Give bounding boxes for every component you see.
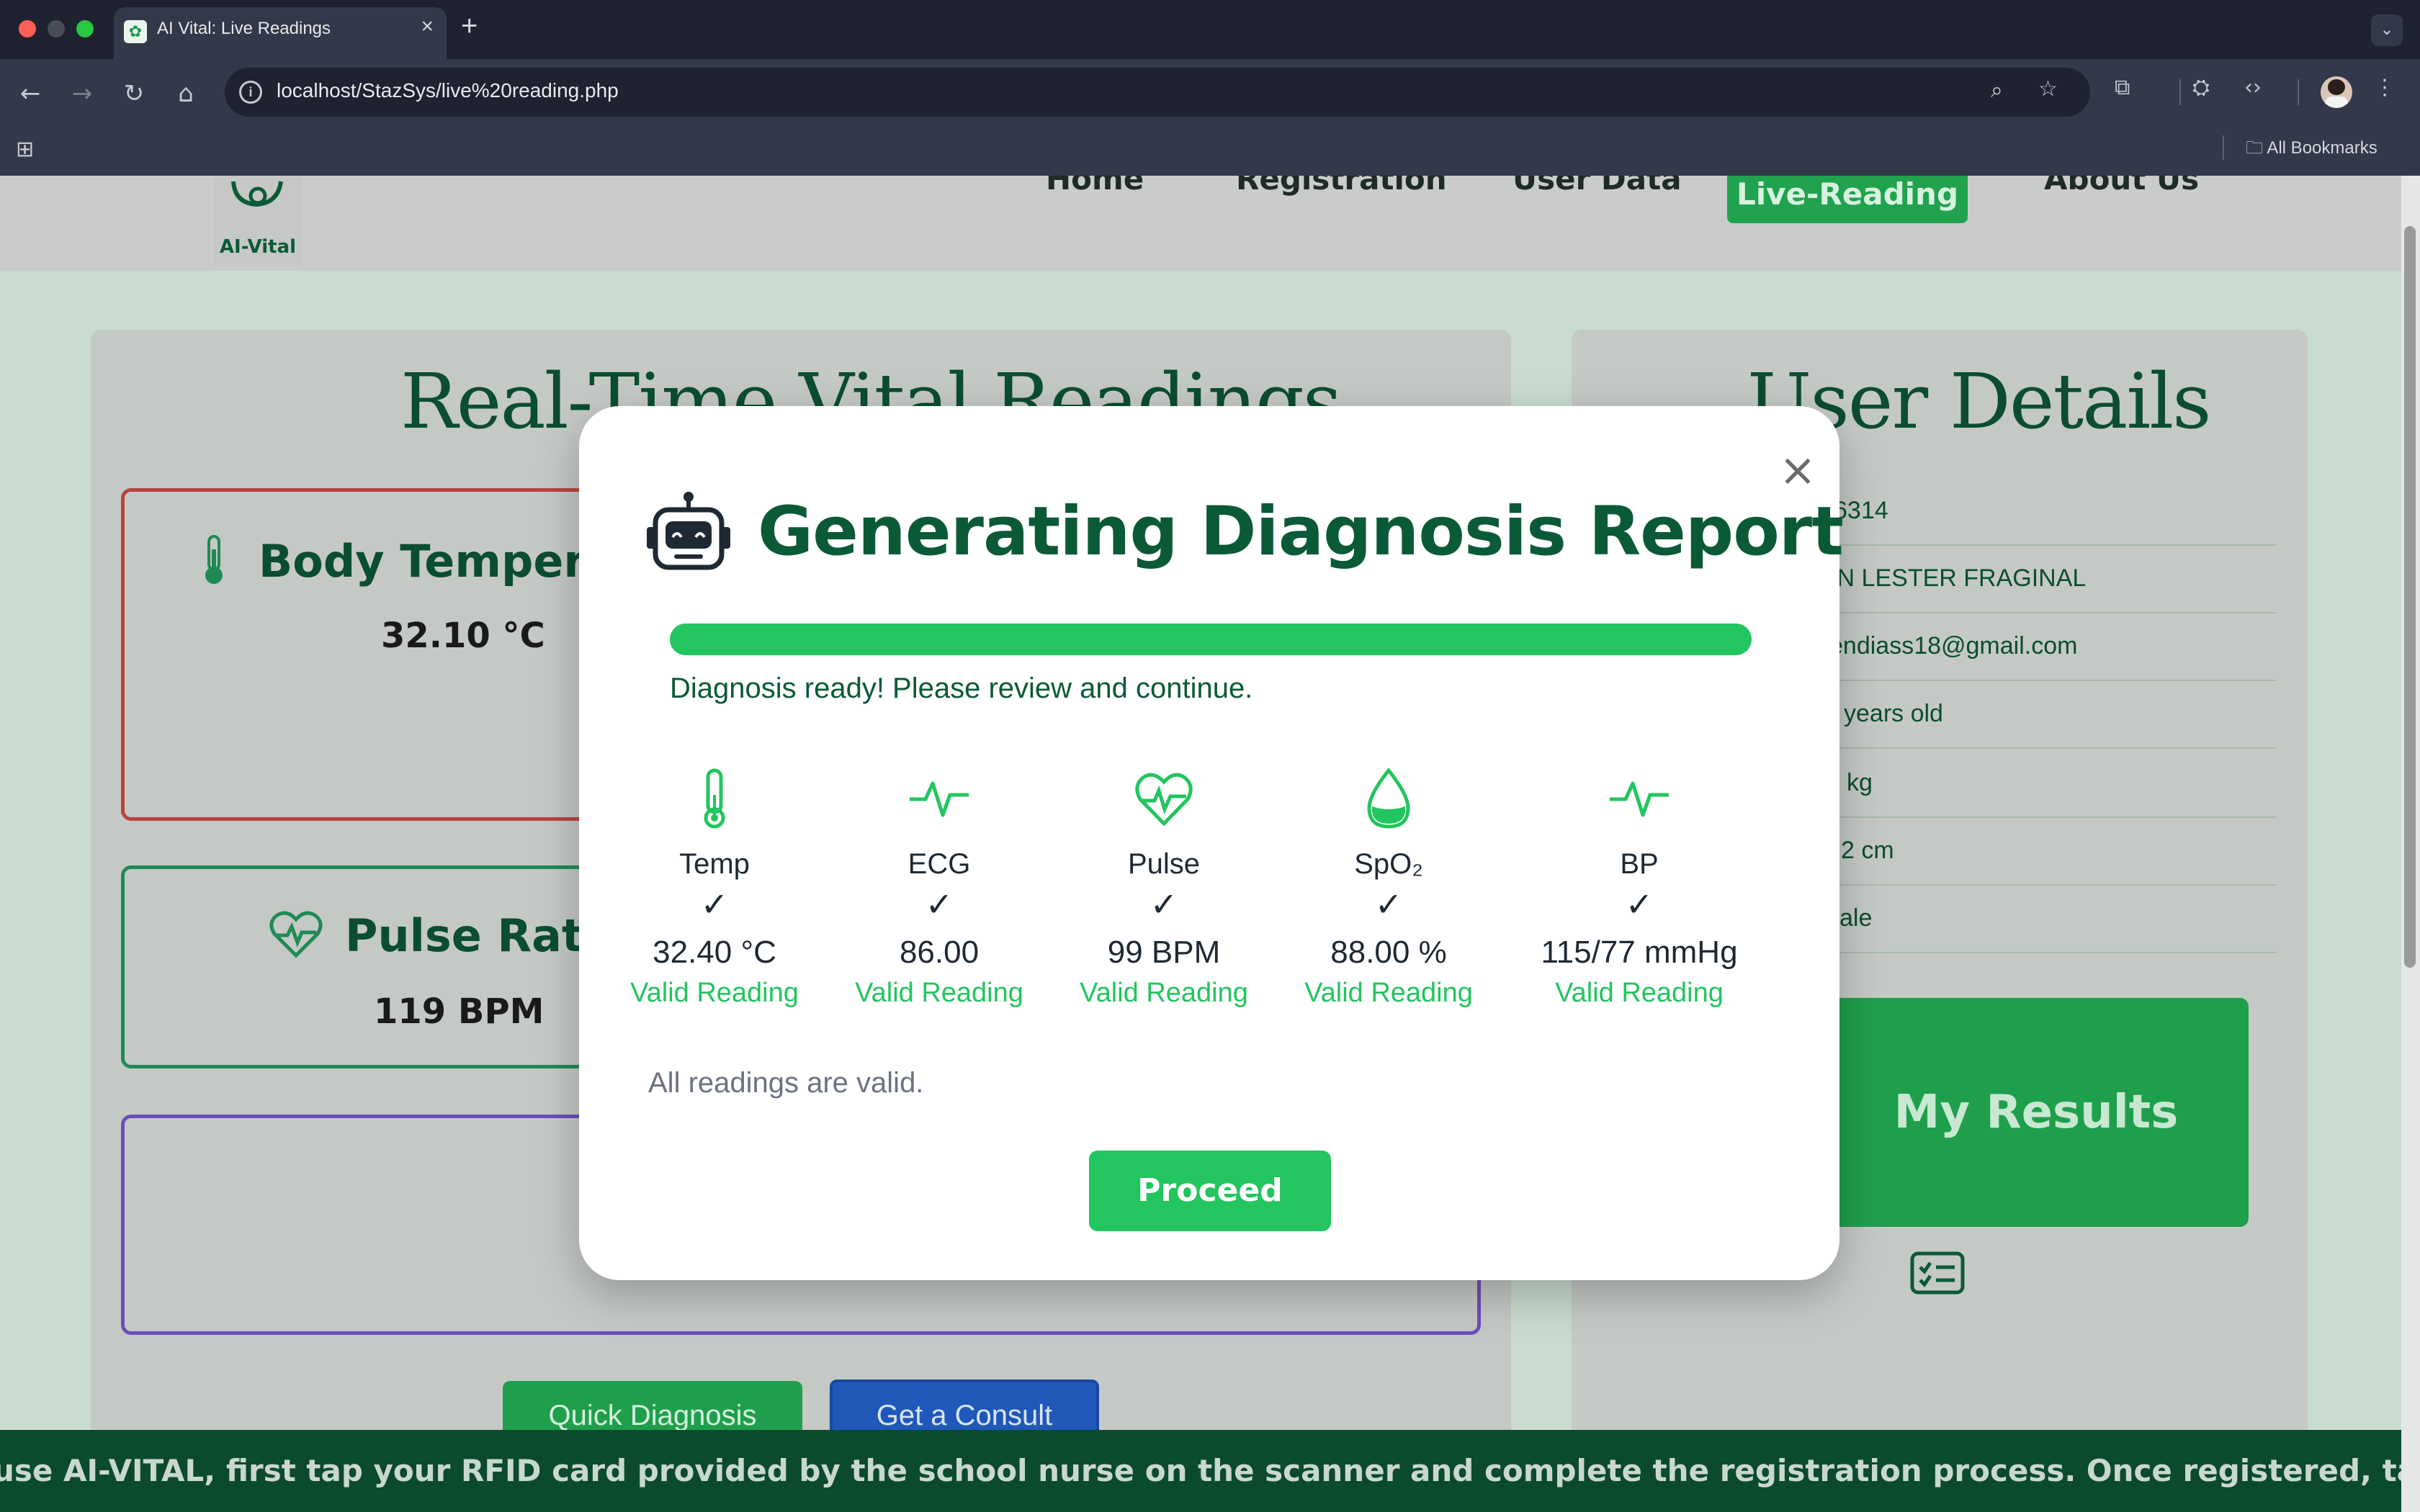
all-bookmarks-button[interactable]: 🗀 All Bookmarks <box>2246 135 2378 165</box>
user-height-value: 2 cm <box>1841 837 1894 864</box>
address-bar[interactable]: i localhost/StazSys/live%20reading.php ⌕… <box>225 68 2090 117</box>
logo-text: AI-Vital <box>219 236 297 258</box>
progress-bar-fill <box>670 624 1752 655</box>
ticker-text: use AI-VITAL, first tap your RFID card p… <box>0 1453 2401 1488</box>
address-url[interactable]: localhost/StazSys/live%20reading.php <box>277 79 619 102</box>
pulse-rate-label: Pulse Rate <box>345 909 614 962</box>
vital-status: Valid Reading <box>1304 977 1473 1008</box>
site-info-icon[interactable]: i <box>239 81 262 104</box>
vital-temp: Temp ✓ 32.40 °C Valid Reading <box>614 766 815 1009</box>
site-favicon-icon: ✿ <box>124 20 147 43</box>
heart-pulse-icon <box>269 911 323 958</box>
nav-home[interactable]: Home <box>1046 176 1144 197</box>
droplet-icon <box>1367 767 1410 829</box>
vital-label: ECG <box>908 848 971 880</box>
thermometer-icon <box>704 768 725 829</box>
devtools-code-icon[interactable]: ‹› <box>2244 75 2262 100</box>
status-message: Diagnosis ready! Please review and conti… <box>670 672 1253 704</box>
modal-title: Generating Diagnosis Report <box>758 492 1844 571</box>
ecg-icon <box>910 781 969 817</box>
vital-status: Valid Reading <box>1080 977 1248 1008</box>
check-icon: ✓ <box>1150 885 1178 924</box>
toolbar-divider <box>2298 79 2299 105</box>
robot-icon <box>647 492 730 570</box>
vital-value: 99 BPM <box>1107 934 1221 970</box>
bookmark-star-icon[interactable]: ☆ <box>2038 76 2058 102</box>
vital-pulse: Pulse ✓ 99 BPM Valid Reading <box>1063 766 1265 1009</box>
check-icon: ✓ <box>1374 885 1403 924</box>
announcement-ticker: use AI-VITAL, first tap your RFID card p… <box>0 1430 2401 1512</box>
checklist-icon[interactable] <box>1910 1251 1965 1295</box>
bookmarks-divider <box>2223 135 2224 160</box>
vital-label: Pulse <box>1127 848 1201 880</box>
proceed-button[interactable]: Proceed <box>1089 1151 1331 1231</box>
user-name-value: HN LESTER FRAGINAL <box>1819 564 2087 592</box>
user-email-value: endiass18@gmail.com <box>1829 632 2078 660</box>
vital-spo2: SpO₂ ✓ 88.00 % Valid Reading <box>1288 766 1489 1009</box>
check-icon: ✓ <box>700 885 729 924</box>
toolbar-divider <box>2179 79 2181 105</box>
tab-title: AI Vital: Live Readings <box>157 19 331 38</box>
vital-status: Valid Reading <box>855 977 1023 1008</box>
vital-label: Temp <box>679 848 750 880</box>
vital-value: 32.40 °C <box>653 934 776 970</box>
pulse-rate-value: 119 BPM <box>374 991 544 1032</box>
vital-value: 86.00 <box>899 934 980 970</box>
thermometer-icon <box>205 535 223 584</box>
user-gender-value: ale <box>1839 904 1873 932</box>
check-icon: ✓ <box>1625 885 1654 924</box>
profile-avatar[interactable] <box>2321 76 2352 108</box>
vital-status: Valid Reading <box>630 977 799 1008</box>
new-tab-button[interactable]: + <box>461 10 478 42</box>
nav-live-reading[interactable]: Live-Reading <box>1727 176 1968 223</box>
site-header: AI-Vital Home Registration User Data Liv… <box>0 176 2401 271</box>
nav-registration[interactable]: Registration <box>1236 176 1447 197</box>
window-minimize-button[interactable] <box>48 20 65 37</box>
vital-label: BP <box>1620 848 1659 880</box>
heart-pulse-icon <box>1135 773 1193 827</box>
vital-value: 88.00 % <box>1330 934 1447 970</box>
extensions-puzzle-icon[interactable]: ⧉ <box>2115 75 2130 100</box>
diagnosis-modal: × Generating Diagnosis Report Diagnosis … <box>579 406 1844 1280</box>
window-close-button[interactable] <box>19 20 36 37</box>
vital-label: SpO₂ <box>1354 848 1423 880</box>
progress-bar <box>670 624 1752 655</box>
body-temperature-value: 32.10 °C <box>381 616 545 656</box>
vital-bp: BP ✓ 115/77 mmHg Valid Reading <box>1510 766 1769 1009</box>
vital-status: Valid Reading <box>1555 977 1724 1008</box>
tab-close-button[interactable]: × <box>421 14 434 39</box>
apps-grid-icon[interactable]: ⊞ <box>16 137 34 162</box>
browser-tab[interactable]: ✿ AI Vital: Live Readings × <box>114 7 447 59</box>
home-icon[interactable]: ⌂ <box>170 78 202 109</box>
incognito-icon[interactable]: ⛭ <box>2192 75 2210 100</box>
nav-about-us[interactable]: About Us <box>2044 176 2199 197</box>
back-arrow-icon[interactable]: ← <box>14 78 46 109</box>
window-maximize-button[interactable] <box>76 20 94 37</box>
all-bookmarks-label: All Bookmarks <box>2267 138 2378 158</box>
tab-search-chevron-icon[interactable]: ⌄ <box>2371 14 2403 46</box>
nav-user-data[interactable]: User Data <box>1512 176 1682 197</box>
summary-text: All readings are valid. <box>648 1067 924 1099</box>
vital-value: 115/77 mmHg <box>1541 934 1738 970</box>
site-logo[interactable]: AI-Vital <box>213 176 302 266</box>
check-icon: ✓ <box>925 885 954 924</box>
folder-icon: 🗀 <box>2246 138 2267 158</box>
stethoscope-logo-icon <box>231 181 283 207</box>
vital-ecg: ECG ✓ 86.00 Valid Reading <box>838 766 1040 1009</box>
reload-icon[interactable]: ↻ <box>118 78 150 109</box>
browser-menu-icon[interactable]: ⋮ <box>2374 75 2396 100</box>
user-age-value: years old <box>1844 700 1943 727</box>
bp-pulse-icon <box>1610 781 1669 817</box>
modal-close-button[interactable]: × <box>1779 448 1816 492</box>
zoom-icon[interactable]: ⌕ <box>1991 78 2003 103</box>
scrollbar-thumb[interactable] <box>2404 226 2416 968</box>
forward-arrow-icon[interactable]: → <box>66 78 98 109</box>
user-weight-value: kg <box>1847 769 1873 796</box>
